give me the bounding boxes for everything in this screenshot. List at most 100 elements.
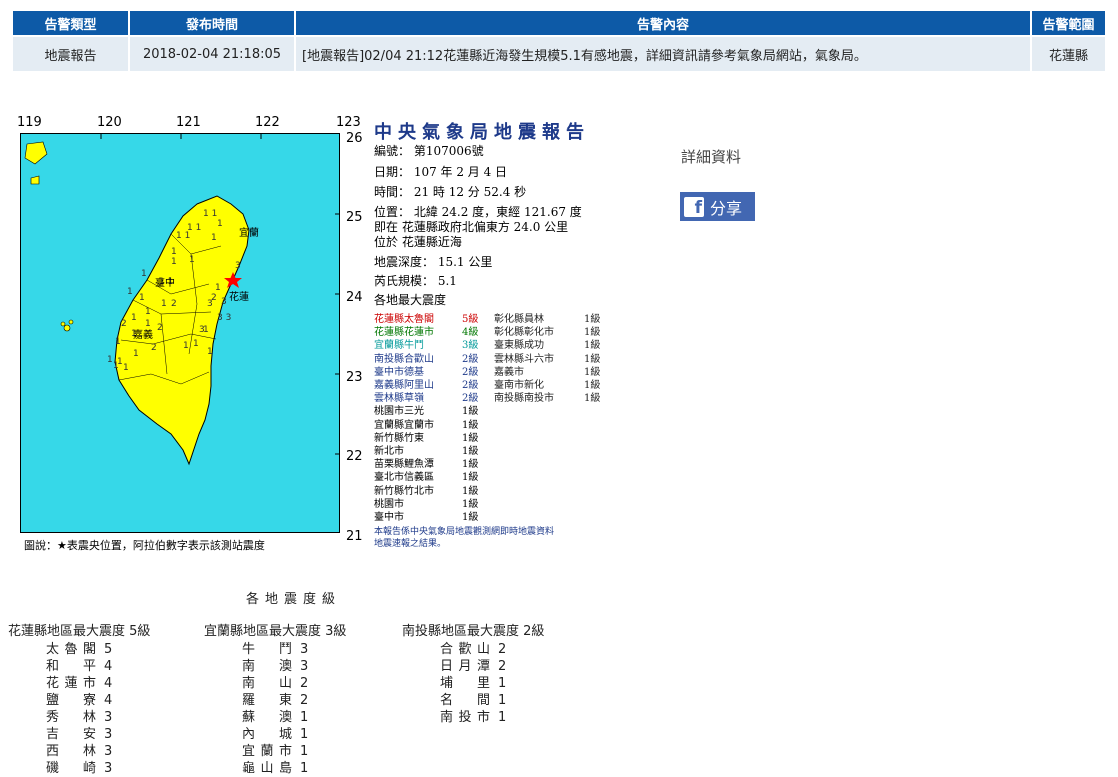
alert-area: 花蓮縣: [1032, 37, 1105, 71]
intensity-row: 內城 1: [204, 726, 346, 743]
intensity-station-name: 臺中市: [374, 512, 404, 523]
report-number: 編號： 第107006號: [374, 144, 484, 158]
report-title: 中央氣象局地震報告: [374, 122, 590, 143]
intensity-row: 南山 2: [204, 675, 346, 692]
intensity-row-name: 牛鬥: [242, 642, 292, 657]
header-time: 發布時間: [130, 11, 294, 35]
intensity-section-title: 各地震度級: [246, 592, 342, 607]
intensity-row-level: 1: [498, 710, 507, 725]
svg-text:1: 1: [131, 313, 137, 323]
intensity-row-name: 南投市: [440, 710, 490, 725]
svg-text:1: 1: [145, 307, 151, 317]
svg-text:2: 2: [121, 319, 127, 329]
intensity-column: 宜蘭縣地區最大震度 3級 牛鬥 3 南澳 3 南山 2 羅東 2 蘇澳 1 內城 1 宜蘭市 1 龜山島 1: [204, 620, 346, 777]
intensity-row-name: 蘇澳: [242, 710, 292, 725]
report-time: 時間： 21 時 12 分 52.4 秒: [374, 185, 527, 199]
intensity-row-level: 3: [104, 710, 113, 725]
intensity-row-name: 磯崎: [46, 761, 96, 776]
svg-text:1: 1: [189, 255, 195, 265]
intensity-row-level: 4: [104, 693, 113, 708]
intensity-row-name: 名間: [440, 693, 490, 708]
intensity-row: 蘇澳 1: [204, 709, 346, 726]
alert-header-row: 告警類型 發布時間 告警內容 告警範圍: [13, 11, 1105, 35]
svg-text:1: 1: [183, 341, 189, 351]
report-note: 本報告係中央氣象局地震觀測網即時地震資料 地震速報之結果。: [374, 527, 555, 549]
header-type: 告警類型: [13, 11, 128, 35]
svg-text:1: 1: [161, 299, 167, 309]
svg-text:1 1: 1 1: [203, 209, 217, 219]
share-label: 分享: [710, 198, 743, 218]
detail-link[interactable]: 詳細資料: [681, 146, 741, 167]
intensity-row: 日月潭 2: [402, 658, 544, 675]
report-magnitude: 芮氏規模： 5.1: [374, 274, 457, 288]
map-legend: 圖說：★表震央位置，阿拉伯數字表示該測站震度: [24, 539, 265, 552]
intensity-row: 吉安 3: [8, 726, 150, 743]
intensity-row-name: 合歡山: [440, 642, 490, 657]
alert-table: 告警類型 發布時間 告警內容 告警範圍 地震報告 2018-02-04 21:1…: [11, 9, 1107, 73]
intensity-row-level: 1: [300, 744, 309, 759]
svg-text:3: 3: [199, 325, 205, 335]
intensity-row: 名間 1: [402, 692, 544, 709]
alert-time: 2018-02-04 21:18:05: [130, 37, 294, 71]
intensity-row-name: 內城: [242, 727, 292, 742]
earthquake-map: 1 11 11 1 111 111 1 111 112 112 121 111 …: [20, 133, 340, 533]
svg-text:1: 1: [145, 319, 151, 329]
intensity-column-header: 花蓮縣地區最大震度 5級: [8, 624, 151, 639]
svg-text:1: 1: [171, 247, 177, 257]
intensity-row-name: 宜蘭市: [242, 744, 292, 759]
intensity-row-level: 1: [300, 710, 309, 725]
svg-text:1: 1: [207, 347, 213, 357]
city-yilan: 宜蘭: [239, 226, 259, 239]
city-taichung: 臺中: [155, 276, 175, 289]
lat-label: 26: [346, 131, 363, 146]
city-chiayi: 嘉義: [133, 328, 153, 341]
intensity-row: 南澳 3: [204, 658, 346, 675]
svg-text:1: 1: [133, 349, 139, 359]
intensity-column-header: 南投縣地區最大震度 2級: [402, 624, 545, 639]
intensity-row-name: 日月潭: [440, 659, 490, 674]
svg-text:3 3: 3 3: [217, 313, 231, 323]
intensity-row-level: 4: [104, 676, 113, 691]
svg-text:1: 1: [115, 337, 121, 347]
intensity-row-level: 2: [498, 659, 507, 674]
intensity-row-name: 羅東: [242, 693, 292, 708]
intensity-row-level: 3: [104, 744, 113, 759]
alert-row: 地震報告 2018-02-04 21:18:05 [地震報告]02/04 21:…: [13, 37, 1105, 71]
intensity-row-level: 2: [300, 676, 309, 691]
intensity-row-level: 3: [300, 659, 309, 674]
lon-label: 119: [17, 115, 42, 130]
intensity-row-name: 埔里: [440, 676, 490, 691]
intensity-row: 西林 3: [8, 743, 150, 760]
intensity-row: 秀林 3: [8, 709, 150, 726]
intensity-row: 宜蘭市 1: [204, 743, 346, 760]
lat-label: 25: [346, 210, 363, 225]
city-hualien: 花蓮: [229, 290, 249, 303]
intensity-row-name: 鹽寮: [46, 693, 96, 708]
alert-type: 地震報告: [13, 37, 128, 71]
intensity-station-name: 南投縣南投市: [494, 393, 554, 405]
svg-text:1: 1: [171, 257, 177, 267]
intensity-row: 和平 4: [8, 658, 150, 675]
taiwan-map-svg: 1 11 11 1 1 11 1 11 1 111 112 112 1 21 111 …: [24, 134, 339, 466]
intensity-column: 南投縣地區最大震度 2級 合歡山 2 日月潭 2 埔里 1 名間 1 南投市 1: [402, 620, 544, 726]
intensity-row-level: 1: [300, 727, 309, 742]
facebook-icon: f: [684, 196, 704, 217]
intensity-row-level: 1: [498, 676, 507, 691]
intensity-row: 太魯閣 5: [8, 641, 150, 658]
intensity-row: 合歡山 2: [402, 641, 544, 658]
alert-content: [地震報告]02/04 21:12花蓮縣近海發生規模5.1有感地震，詳細資訊請參…: [296, 37, 1030, 71]
intensity-row-level: 3: [300, 642, 309, 657]
intensity-row: 埔里 1: [402, 675, 544, 692]
share-button[interactable]: f 分享: [680, 192, 755, 221]
intensity-column: 花蓮縣地區最大震度 5級 太魯閣 5 和平 4 花蓮市 4 鹽寮 4 秀林 3 吉安 3 西林 3 磯崎 3: [8, 620, 150, 777]
intensity-row-level: 1: [498, 693, 507, 708]
lat-label: 23: [346, 370, 363, 385]
header-content: 告警內容: [296, 11, 1030, 35]
svg-text:3: 3: [235, 261, 241, 271]
intensity-row: 龜山島 1: [204, 760, 346, 777]
lon-label: 122: [255, 115, 280, 130]
svg-text:1: 1: [217, 219, 223, 229]
intensity-station-level: 1級: [462, 512, 479, 523]
lat-label: 24: [346, 290, 363, 305]
intensity-row-name: 太魯閣: [46, 642, 96, 657]
